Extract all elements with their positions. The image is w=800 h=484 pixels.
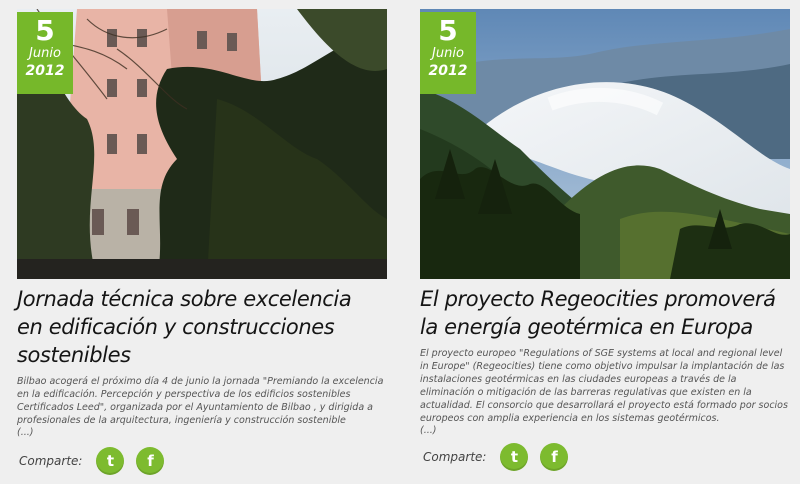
- twitter-icon[interactable]: t: [500, 443, 529, 471]
- article-summary: Bilbao acogerá el próximo día 4 de junio…: [17, 376, 384, 426]
- facebook-icon[interactable]: f: [136, 447, 165, 475]
- share-bar: Comparte: t f: [423, 443, 580, 471]
- title-line: Jornada técnica sobre excelencia: [17, 287, 352, 311]
- date-day: 5: [438, 14, 458, 47]
- article-title[interactable]: El proyecto Regeocities promoverá la ene…: [420, 285, 790, 341]
- date-month: Junio: [432, 46, 464, 61]
- date-badge: 5 Junio 2012: [420, 12, 476, 94]
- title-line: El proyecto Regeocities promoverá: [420, 287, 776, 311]
- share-label: Comparte:: [423, 450, 487, 464]
- title-line: en edificación y construcciones: [17, 315, 335, 339]
- article-summary: El proyecto europeo "Regulations of SGE …: [420, 348, 788, 424]
- date-month: Junio: [29, 46, 61, 61]
- share-label: Comparte:: [19, 454, 83, 468]
- date-day: 5: [35, 14, 55, 47]
- share-bar: Comparte: t f: [19, 447, 176, 475]
- title-line: sostenibles: [17, 343, 131, 367]
- news-card: 5 Junio 2012 Jornada técnica sobre excel…: [17, 9, 387, 438]
- date-year: 2012: [25, 63, 65, 79]
- news-card: 5 Junio 2012 El proyecto Regeocities pro…: [420, 9, 790, 436]
- twitter-icon[interactable]: t: [96, 447, 125, 475]
- article-title[interactable]: Jornada técnica sobre excelencia en edif…: [17, 285, 387, 369]
- article-photo[interactable]: 5 Junio 2012: [420, 9, 790, 279]
- date-year: 2012: [428, 63, 468, 79]
- article-title-link[interactable]: El proyecto Regeocities promoverá la ene…: [420, 287, 776, 339]
- title-line: la energía geotérmica en Europa: [420, 315, 753, 339]
- read-more-link[interactable]: (...): [17, 427, 387, 438]
- date-badge: 5 Junio 2012: [17, 12, 73, 94]
- facebook-icon[interactable]: f: [540, 443, 569, 471]
- article-title-link[interactable]: Jornada técnica sobre excelencia en edif…: [17, 287, 352, 367]
- read-more-link[interactable]: (...): [420, 425, 790, 436]
- article-photo[interactable]: 5 Junio 2012: [17, 9, 387, 279]
